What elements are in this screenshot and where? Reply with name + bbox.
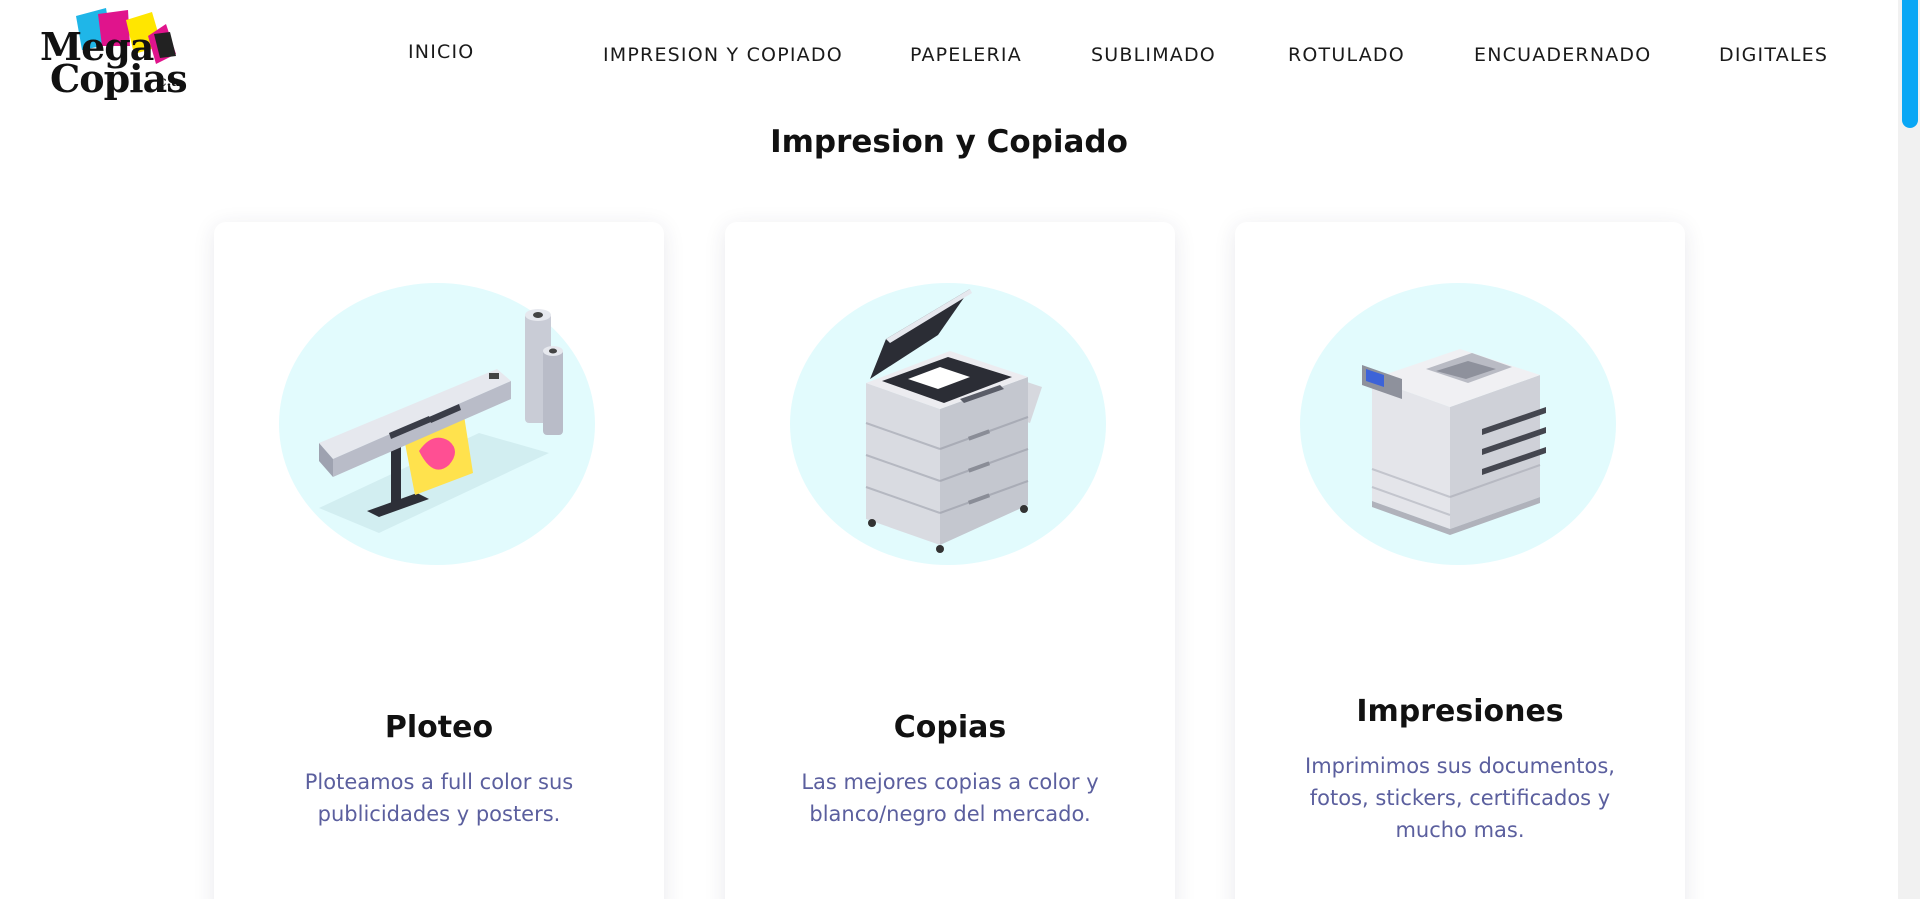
site-header: Mega Copias c.a INICIO IMPRESION Y COPIA… <box>0 0 1898 110</box>
printer-icon <box>1362 349 1546 535</box>
card-title: Impresiones <box>1356 694 1564 729</box>
card-title: Ploteo <box>384 710 494 745</box>
nav-item-impresion-y-copiado[interactable]: IMPRESION Y COPIADO <box>603 44 843 66</box>
card-description: Ploteamos a full color sus publicidades … <box>304 770 574 826</box>
page-scrollbar[interactable] <box>1898 0 1920 899</box>
card-description: Las mejores copias a color y blanco/negr… <box>801 770 1099 826</box>
nav-item-digitales[interactable]: DIGITALES <box>1719 44 1828 66</box>
nav-item-rotulado[interactable]: ROTULADO <box>1288 44 1405 66</box>
card-description: Imprimimos sus documentos, fotos, sticke… <box>1305 754 1615 842</box>
scrollbar-thumb[interactable] <box>1902 0 1918 128</box>
nav-item-papeleria[interactable]: PAPELERIA <box>910 44 1022 66</box>
card-title: Copias <box>893 710 1007 745</box>
service-card-copias[interactable]: Copias Las mejores copias a color y blan… <box>725 222 1175 899</box>
nav-item-inicio[interactable]: INICIO <box>408 41 474 63</box>
service-card-impresiones[interactable]: Impresiones Imprimimos sus documentos, f… <box>1235 222 1685 899</box>
nav-item-sublimado[interactable]: SUBLIMADO <box>1091 44 1216 66</box>
main-nav: INICIO IMPRESION Y COPIADO PAPELERIA SUB… <box>0 0 1898 110</box>
section-title: Impresion y Copiado <box>770 124 1128 160</box>
photocopier-icon <box>865 289 1042 553</box>
plotter-icon <box>319 309 563 533</box>
nav-item-encuadernado[interactable]: ENCUADERNADO <box>1474 44 1651 66</box>
page: Mega Copias c.a INICIO IMPRESION Y COPIA… <box>0 0 1920 899</box>
service-card-ploteo[interactable]: Ploteo Ploteamos a full color sus public… <box>214 222 664 899</box>
